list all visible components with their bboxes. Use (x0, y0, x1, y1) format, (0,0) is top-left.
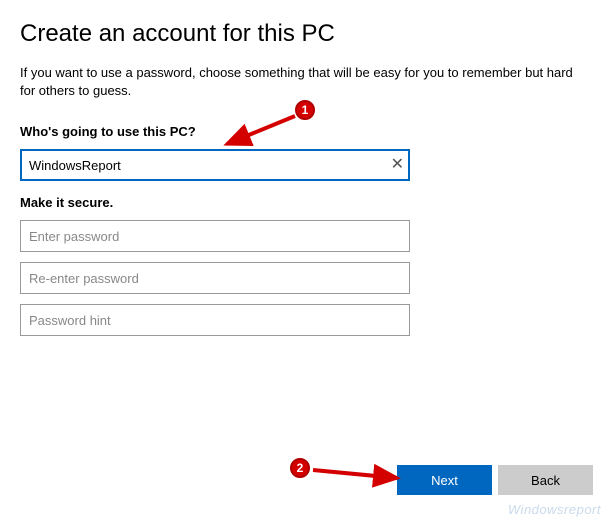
password-field-wrap (20, 220, 410, 252)
button-row: Next Back (397, 465, 593, 495)
page-title: Create an account for this PC (20, 20, 593, 48)
username-input[interactable] (20, 149, 410, 181)
reenter-field-wrap (20, 262, 410, 294)
reenter-password-input[interactable] (20, 262, 410, 294)
annotation-2-bubble: 2 (290, 458, 310, 478)
watermark: Windowsreport (508, 502, 601, 517)
username-label: Who's going to use this PC? (20, 124, 593, 139)
username-field-wrap: ✕ (20, 149, 410, 181)
back-button[interactable]: Back (498, 465, 593, 495)
next-button[interactable]: Next (397, 465, 492, 495)
clear-icon[interactable]: ✕ (391, 157, 404, 173)
password-input[interactable] (20, 220, 410, 252)
annotation-1-bubble: 1 (295, 100, 315, 120)
hint-field-wrap (20, 304, 410, 336)
page-subtitle: If you want to use a password, choose so… (20, 64, 580, 100)
password-hint-input[interactable] (20, 304, 410, 336)
secure-label: Make it secure. (20, 195, 593, 210)
